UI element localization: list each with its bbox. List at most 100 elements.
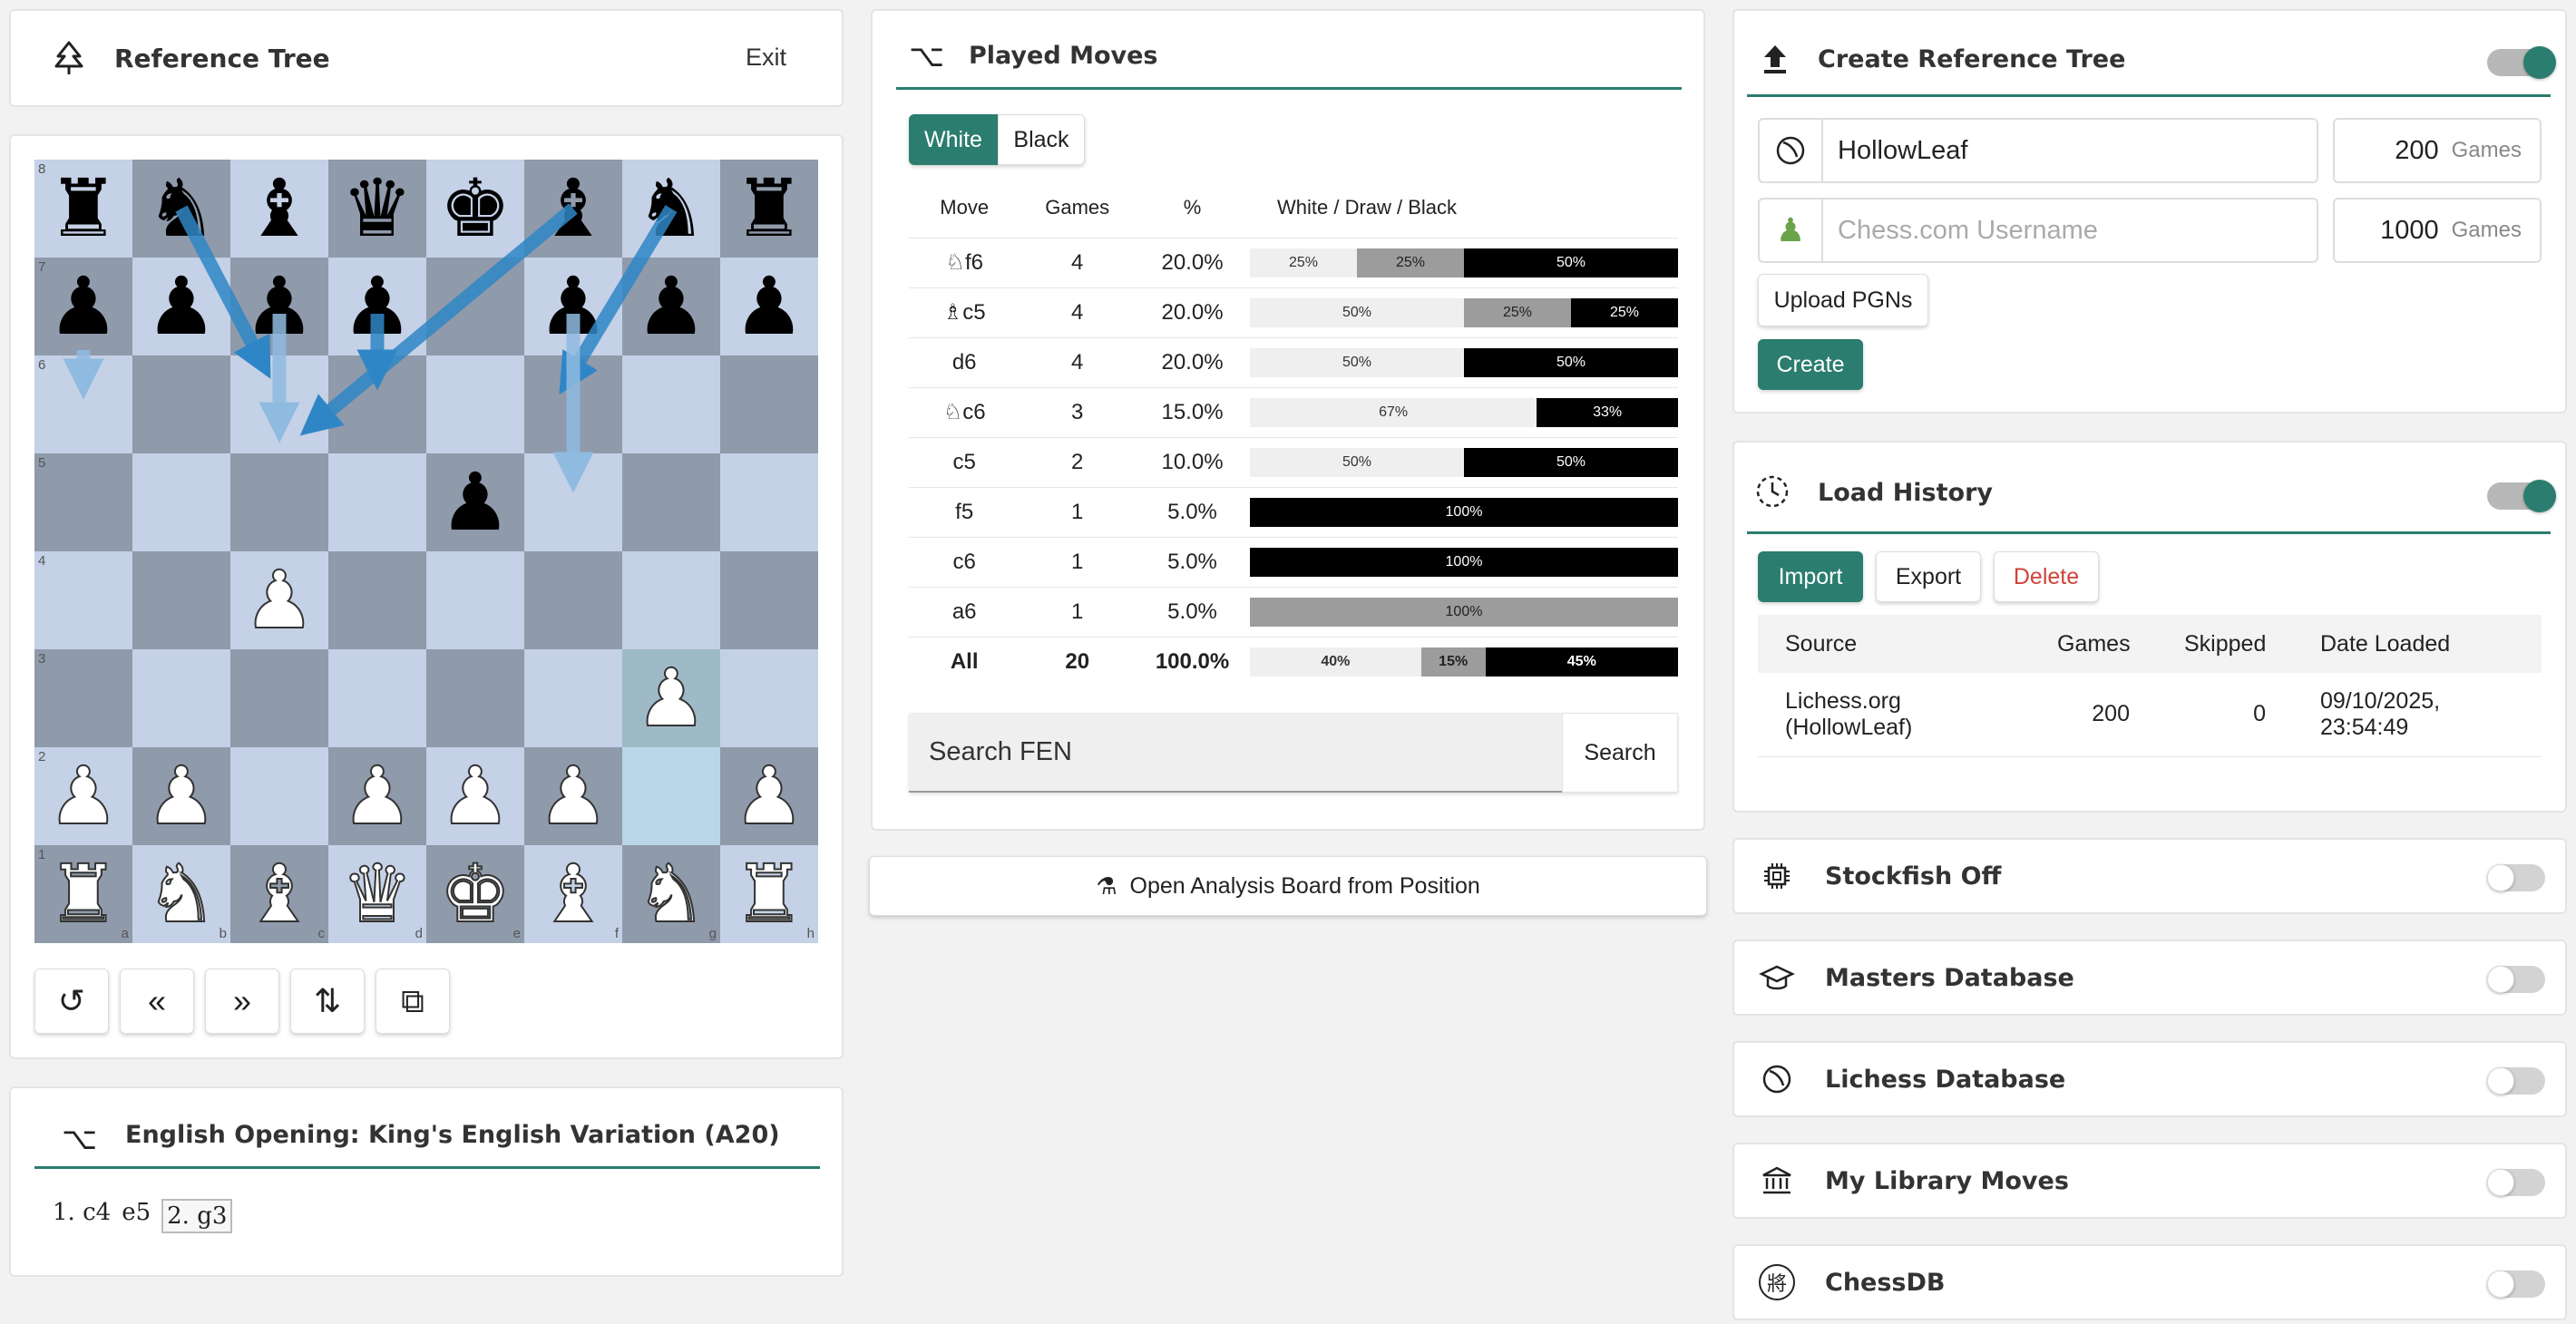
- square-g3[interactable]: ♟: [622, 649, 720, 747]
- square-c8[interactable]: ♝: [230, 160, 328, 258]
- square-e3[interactable]: [426, 649, 524, 747]
- black-king[interactable]: ♚: [440, 169, 512, 248]
- square-d2[interactable]: ♟: [328, 747, 426, 845]
- square-f3[interactable]: [524, 649, 622, 747]
- white-pawn[interactable]: ♟: [537, 755, 610, 837]
- square-c7[interactable]: ♟: [230, 258, 328, 355]
- square-b3[interactable]: [132, 649, 230, 747]
- white-bishop[interactable]: ♝: [243, 853, 317, 935]
- white-pawn[interactable]: ♟: [47, 755, 121, 837]
- square-g7[interactable]: ♟: [622, 258, 720, 355]
- engine-toggle[interactable]: [2487, 1270, 2545, 1298]
- square-f7[interactable]: ♟: [524, 258, 622, 355]
- square-d4[interactable]: [328, 551, 426, 649]
- square-d6[interactable]: [328, 355, 426, 453]
- white-knight[interactable]: ♞: [635, 853, 708, 935]
- table-row[interactable]: a6 1 5.0% 100%: [909, 586, 1678, 637]
- square-a6[interactable]: 6: [34, 355, 132, 453]
- square-b6[interactable]: [132, 355, 230, 453]
- black-knight[interactable]: ♞: [146, 169, 218, 248]
- square-g4[interactable]: [622, 551, 720, 649]
- white-pawn[interactable]: ♟: [243, 560, 317, 641]
- engine-toggle[interactable]: [2487, 864, 2545, 891]
- square-a3[interactable]: 3: [34, 649, 132, 747]
- search-button[interactable]: Search: [1562, 713, 1678, 793]
- white-pawn[interactable]: ♟: [733, 755, 806, 837]
- black-pawn[interactable]: ♟: [636, 267, 707, 346]
- square-f6[interactable]: [524, 355, 622, 453]
- load-history-toggle[interactable]: [2487, 480, 2556, 512]
- square-e2[interactable]: ♟: [426, 747, 524, 845]
- square-h1[interactable]: h ♜: [720, 845, 818, 943]
- black-rook[interactable]: ♜: [734, 169, 805, 248]
- white-knight[interactable]: ♞: [145, 853, 219, 935]
- table-row[interactable]: d6 4 20.0% 50% 50%: [909, 336, 1678, 387]
- black-rook[interactable]: ♜: [48, 169, 120, 248]
- white-bishop[interactable]: ♝: [537, 853, 610, 935]
- white-pawn[interactable]: ♟: [341, 755, 415, 837]
- square-e4[interactable]: [426, 551, 524, 649]
- square-a7[interactable]: 7 ♟: [34, 258, 132, 355]
- open-analysis-button[interactable]: ⚗ Open Analysis Board from Position: [869, 856, 1707, 916]
- square-c3[interactable]: [230, 649, 328, 747]
- square-e7[interactable]: [426, 258, 524, 355]
- table-row[interactable]: f5 1 5.0% 100%: [909, 486, 1678, 537]
- square-d7[interactable]: ♟: [328, 258, 426, 355]
- white-pawn[interactable]: ♟: [635, 657, 708, 739]
- square-g5[interactable]: [622, 453, 720, 551]
- square-c2[interactable]: [230, 747, 328, 845]
- square-c6[interactable]: [230, 355, 328, 453]
- square-a2[interactable]: 2 ♟: [34, 747, 132, 845]
- delete-button[interactable]: Delete: [1994, 551, 2099, 602]
- white-rook[interactable]: ♜: [47, 853, 121, 935]
- black-queen[interactable]: ♛: [342, 169, 414, 248]
- opening-move[interactable]: 1. c4: [53, 1199, 111, 1233]
- lichess-username-field[interactable]: HollowLeaf: [1758, 118, 2318, 183]
- black-pawn[interactable]: ♟: [440, 462, 512, 542]
- square-b5[interactable]: [132, 453, 230, 551]
- square-d5[interactable]: [328, 453, 426, 551]
- square-g6[interactable]: [622, 355, 720, 453]
- black-pawn[interactable]: ♟: [146, 267, 218, 346]
- opening-move[interactable]: e5: [122, 1199, 151, 1233]
- black-pawn[interactable]: ♟: [48, 267, 120, 346]
- square-a8[interactable]: 8 ♜: [34, 160, 132, 258]
- black-pawn[interactable]: ♟: [342, 267, 414, 346]
- tab-black[interactable]: Black: [998, 114, 1085, 165]
- table-row[interactable]: ♗c5 4 20.0% 50% 25% 25%: [909, 287, 1678, 337]
- white-pawn[interactable]: ♟: [439, 755, 512, 837]
- search-fen-input[interactable]: Search FEN: [909, 713, 1562, 793]
- square-b1[interactable]: b ♞: [132, 845, 230, 943]
- flip-board-button[interactable]: ⇅: [290, 969, 365, 1034]
- square-b8[interactable]: ♞: [132, 160, 230, 258]
- white-rook[interactable]: ♜: [733, 853, 806, 935]
- table-row[interactable]: ♘c6 3 15.0% 67% 33%: [909, 386, 1678, 437]
- table-row[interactable]: c6 1 5.0% 100%: [909, 536, 1678, 587]
- total-row[interactable]: All 20 100.0% 40% 15% 45%: [909, 636, 1678, 686]
- chesscom-games-field[interactable]: 1000 Games: [2333, 198, 2542, 263]
- square-f5[interactable]: [524, 453, 622, 551]
- export-button[interactable]: Export: [1876, 551, 1981, 602]
- square-d3[interactable]: [328, 649, 426, 747]
- black-knight[interactable]: ♞: [636, 169, 707, 248]
- square-e6[interactable]: [426, 355, 524, 453]
- black-pawn[interactable]: ♟: [734, 267, 805, 346]
- exit-button[interactable]: Exit: [746, 44, 786, 72]
- square-h7[interactable]: ♟: [720, 258, 818, 355]
- table-row[interactable]: ♘f6 4 20.0% 25% 25% 50%: [909, 237, 1678, 287]
- square-f2[interactable]: ♟: [524, 747, 622, 845]
- square-h5[interactable]: [720, 453, 818, 551]
- engine-toggle[interactable]: [2487, 966, 2545, 993]
- white-king[interactable]: ♚: [439, 853, 512, 935]
- square-d1[interactable]: d ♛: [328, 845, 426, 943]
- square-c4[interactable]: ♟: [230, 551, 328, 649]
- chesscom-username-field[interactable]: ♟ Chess.com Username: [1758, 198, 2318, 263]
- square-b2[interactable]: ♟: [132, 747, 230, 845]
- square-f4[interactable]: [524, 551, 622, 649]
- square-c1[interactable]: c ♝: [230, 845, 328, 943]
- white-pawn[interactable]: ♟: [145, 755, 219, 837]
- undo-button[interactable]: ↺: [34, 969, 109, 1034]
- square-a1[interactable]: 1 a ♜: [34, 845, 132, 943]
- table-row[interactable]: c5 2 10.0% 50% 50%: [909, 436, 1678, 487]
- create-tree-toggle[interactable]: [2487, 46, 2556, 79]
